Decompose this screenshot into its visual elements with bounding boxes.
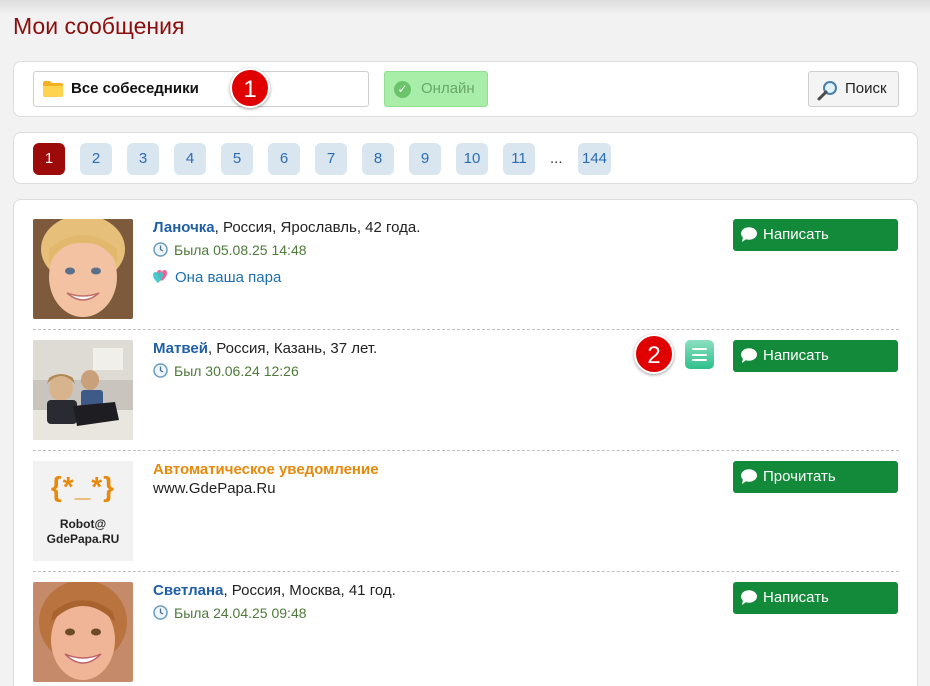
write-button[interactable]: Написать — [733, 340, 898, 372]
page-11[interactable]: 11 — [503, 143, 535, 175]
profile-line: Светлана, Россия, Москва, 41 год. — [153, 582, 396, 599]
read-label: Прочитать — [763, 468, 836, 485]
profile-name-link[interactable]: Ланочка — [153, 219, 215, 236]
write-label: Написать — [763, 589, 829, 606]
magnifier-icon — [817, 81, 837, 101]
robot-label: Robot@ GdePapa.RU — [33, 517, 133, 547]
page-2[interactable]: 2 — [80, 143, 112, 175]
match-text: Она ваша пара — [175, 269, 282, 286]
last-seen-text: Был 30.06.24 12:26 — [174, 363, 299, 379]
conversation-row: Ланочка, Россия, Ярославль, 42 года. Был… — [33, 219, 899, 320]
folder-icon — [43, 81, 63, 97]
last-seen-text: Была 05.08.25 14:48 — [174, 242, 307, 258]
avatar[interactable] — [33, 582, 133, 682]
page-3[interactable]: 3 — [127, 143, 159, 175]
robot-avatar[interactable]: {*_*} Robot@ GdePapa.RU — [33, 461, 133, 561]
interlocutor-select[interactable]: Все собеседники 1 — [33, 68, 369, 108]
avatar[interactable] — [33, 219, 133, 319]
speech-bubble-icon — [741, 348, 757, 363]
conversation-row: Матвей, Россия, Казань, 37 лет. Был 30.0… — [33, 334, 899, 441]
write-label: Написать — [763, 347, 829, 364]
clock-icon — [153, 242, 168, 257]
marker-1: 1 — [230, 68, 270, 108]
pagination-ellipsis: ... — [550, 150, 563, 167]
last-seen: Был 30.06.24 12:26 — [153, 363, 299, 379]
speech-bubble-icon — [741, 590, 757, 605]
profile-line: Ланочка, Россия, Ярославль, 42 года. — [153, 219, 420, 236]
notification-subtitle: www.GdePapa.Ru — [153, 480, 276, 497]
page-title: Мои сообщения — [13, 13, 185, 39]
profile-line: Матвей, Россия, Казань, 37 лет. — [153, 340, 377, 357]
check-icon: ✓ — [394, 81, 411, 98]
robot-face: {*_*} — [50, 471, 116, 502]
search-label: Поиск — [845, 80, 887, 97]
hearts-icon — [153, 270, 167, 283]
write-button[interactable]: Написать — [733, 219, 898, 251]
profile-details: , Россия, Ярославль, 42 года. — [214, 219, 421, 236]
row-divider — [33, 329, 899, 330]
conversation-row: {*_*} Robot@ GdePapa.RU Автоматическое у… — [33, 461, 899, 562]
page-1[interactable]: 1 — [33, 143, 65, 175]
speech-bubble-icon — [741, 469, 757, 484]
page-last[interactable]: 144 — [578, 143, 612, 175]
write-button[interactable]: Написать — [733, 582, 898, 614]
avatar[interactable] — [33, 340, 133, 440]
search-button[interactable]: Поиск — [808, 71, 899, 107]
online-button[interactable]: ✓ Онлайн — [384, 71, 488, 107]
robot-label-line1: Robot@ — [59, 517, 107, 531]
robot-label-line2: GdePapa.RU — [46, 532, 120, 546]
clock-icon — [153, 605, 168, 620]
menu-icon[interactable] — [685, 340, 714, 369]
page-8[interactable]: 8 — [362, 143, 394, 175]
conversation-row: Светлана, Россия, Москва, 41 год. Была 2… — [33, 582, 899, 683]
filter-panel: Все собеседники 1 ✓ Онлайн Поиск — [13, 61, 918, 117]
marker-2: 2 — [634, 334, 674, 374]
page-7[interactable]: 7 — [315, 143, 347, 175]
profile-name-link[interactable]: Матвей — [153, 340, 208, 357]
clock-icon — [153, 363, 168, 378]
profile-details: , Россия, Москва, 41 год. — [223, 582, 396, 599]
match-badge[interactable]: Она ваша пара — [153, 269, 281, 286]
read-button[interactable]: Прочитать — [733, 461, 898, 493]
page-5[interactable]: 5 — [221, 143, 253, 175]
top-shade — [0, 0, 930, 14]
conversation-list: Ланочка, Россия, Ярославль, 42 года. Был… — [13, 199, 918, 686]
page-4[interactable]: 4 — [174, 143, 206, 175]
select-label: Все собеседники — [71, 80, 199, 97]
speech-bubble-icon — [741, 227, 757, 242]
row-divider — [33, 450, 899, 451]
last-seen: Была 05.08.25 14:48 — [153, 242, 307, 258]
profile-name-link[interactable]: Светлана — [153, 582, 223, 599]
online-label: Онлайн — [421, 80, 475, 97]
profile-details: , Россия, Казань, 37 лет. — [207, 340, 378, 357]
write-label: Написать — [763, 226, 829, 243]
page-9[interactable]: 9 — [409, 143, 441, 175]
notification-title[interactable]: Автоматическое уведомление — [153, 461, 379, 478]
pagination: 1 2 3 4 5 6 7 8 9 10 11 ... 144 — [13, 132, 918, 184]
page-10[interactable]: 10 — [456, 143, 488, 175]
row-divider — [33, 571, 899, 572]
last-seen: Была 24.04.25 09:48 — [153, 605, 307, 621]
page-6[interactable]: 6 — [268, 143, 300, 175]
last-seen-text: Была 24.04.25 09:48 — [174, 605, 307, 621]
